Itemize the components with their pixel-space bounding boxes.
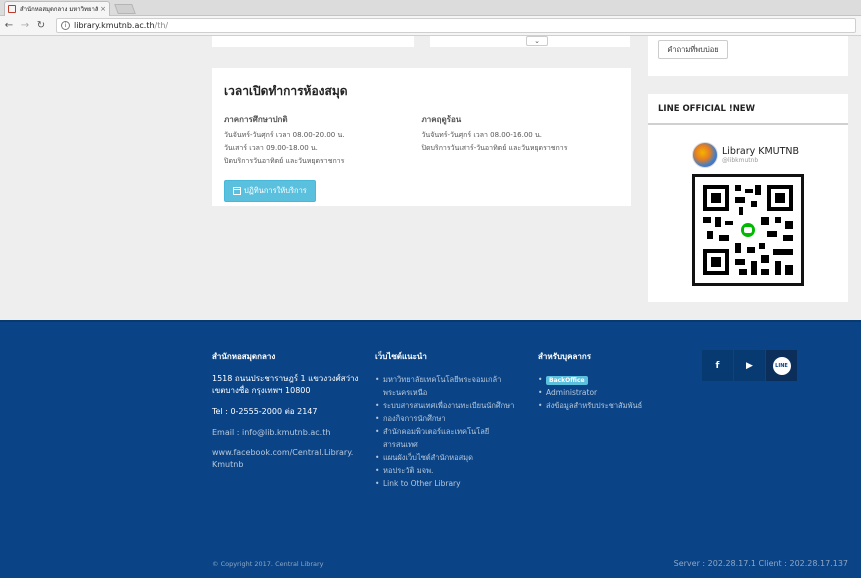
footer-staff-column: สำหรับบุคลากร BackOffice Administrator ส… xyxy=(538,350,688,412)
tab-strip: สำนักหอสมุดกลาง มหาวิทยาลัย × xyxy=(0,0,861,16)
hours-line: วันจันทร์-วันศุกร์ เวลา 08.00-16.00 น. xyxy=(421,131,543,139)
footer-link[interactable]: ส่งข้อมูลสำหรับประชาสัมพันธ์ xyxy=(538,399,688,412)
social-links: f ▶ LINE xyxy=(702,350,798,381)
browser-toolbar: ← → ↻ i library.kmutnb.ac.th /th/ xyxy=(0,16,861,36)
line-profile[interactable]: Library KMUTNB @libkmutnb xyxy=(692,142,799,168)
footer-facebook-link[interactable]: www.facebook.com/Central.Library.Kmutnb xyxy=(212,447,358,471)
hours-line: วันจันทร์-วันศุกร์ เวลา 08.00-20.00 น. xyxy=(224,131,345,139)
qr-code-graphic xyxy=(703,185,793,275)
service-calendar-button[interactable]: ปฏิทินการให้บริการ xyxy=(224,180,316,202)
footer-contact-column: สำนักหอสมุดกลาง 1518 ถนนประชาราษฎร์ 1 แข… xyxy=(212,350,362,471)
footer-link[interactable]: สำนักคอมพิวเตอร์และเทคโนโลยีสารสนเทศ xyxy=(375,425,515,451)
footer-link[interactable]: หอประวัติ มจพ. xyxy=(375,464,515,477)
line-account-name: Library KMUTNB xyxy=(722,146,800,157)
opening-hours-card: เวลาเปิดทำการห้องสมุด ภาคการศึกษาปกติ วั… xyxy=(212,68,631,206)
reload-icon[interactable]: ↻ xyxy=(34,20,48,31)
favicon-icon xyxy=(8,5,16,13)
tab-title: สำนักหอสมุดกลาง มหาวิทยาลัย xyxy=(20,6,99,13)
new-tab-button[interactable] xyxy=(114,4,136,14)
server-info: Server : 202.28.17.1 Client : 202.28.17.… xyxy=(673,559,848,568)
footer-recommended-column: เว็บไซต์แนะนำ มหาวิทยาลัยเทคโนโลยีพระจอม… xyxy=(375,350,515,490)
url-path: /th/ xyxy=(154,21,169,30)
footer-email-link[interactable]: Email : info@lib.kmutnb.ac.th xyxy=(212,428,362,437)
youtube-icon[interactable]: ▶ xyxy=(734,350,765,381)
url-host: library.kmutnb.ac.th xyxy=(74,21,155,30)
service-calendar-label: ปฏิทินการให้บริการ xyxy=(244,186,307,195)
footer-link[interactable]: มหาวิทยาลัยเทคโนโลยีพระจอมเกล้าพระนครเหน… xyxy=(375,373,515,399)
footer-link[interactable]: กองกิจการนักศึกษา xyxy=(375,412,515,425)
line-icon: LINE xyxy=(772,356,791,375)
footer-recommended-heading: เว็บไซต์แนะนำ xyxy=(375,352,427,361)
faq-button[interactable]: คำถามที่พบบ่อย xyxy=(658,40,728,59)
footer-phone: Tel : 0-2555-2000 ต่อ 2147 xyxy=(212,407,318,416)
facebook-icon[interactable]: f xyxy=(702,350,733,381)
forward-icon[interactable]: → xyxy=(18,20,32,31)
calendar-icon xyxy=(233,187,241,195)
hours-line: ปิดบริการวันเสาร์-วันอาทิตย์ และวันหยุดร… xyxy=(421,144,568,152)
backoffice-badge[interactable]: BackOffice xyxy=(546,376,588,385)
info-icon[interactable]: i xyxy=(61,21,70,30)
opening-hours-title: เวลาเปิดทำการห้องสมุด xyxy=(224,84,348,98)
address-bar[interactable]: i library.kmutnb.ac.th /th/ xyxy=(56,18,856,33)
footer-link[interactable]: Link to Other Library xyxy=(375,477,515,490)
site-footer: สำนักหอสมุดกลาง 1518 ถนนประชาราษฎร์ 1 แข… xyxy=(0,320,861,578)
qr-code-image xyxy=(692,174,804,286)
footer-link[interactable]: Administrator xyxy=(538,386,688,399)
footer-contact-heading: สำนักหอสมุดกลาง xyxy=(212,352,276,361)
summer-term-heading: ภาคฤดูร้อน xyxy=(421,115,462,124)
browser-tab[interactable]: สำนักหอสมุดกลาง มหาวิทยาลัย × xyxy=(4,1,110,16)
footer-link[interactable]: ระบบสารสนเทศเพื่องานทะเบียนนักศึกษา xyxy=(375,399,515,412)
content-card-top-left xyxy=(212,36,414,47)
line-official-title: LINE OFFICIAL !NEW xyxy=(648,94,848,125)
regular-term-hours: ภาคการศึกษาปกติ วันจันทร์-วันศุกร์ เวลา … xyxy=(224,113,422,168)
regular-term-heading: ภาคการศึกษาปกติ xyxy=(224,115,288,124)
chevron-down-icon[interactable]: ⌄ xyxy=(526,36,548,46)
avatar xyxy=(692,142,718,168)
footer-staff-heading: สำหรับบุคลากร xyxy=(538,352,591,361)
hours-line: ปิดบริการวันอาทิตย์ และวันหยุดราชการ xyxy=(224,157,345,165)
line-social-button[interactable]: LINE xyxy=(766,350,797,381)
footer-link[interactable]: แผนผังเว็บไซต์สำนักหอสมุด xyxy=(375,451,515,464)
close-icon[interactable]: × xyxy=(100,5,106,13)
back-icon[interactable]: ← xyxy=(2,20,16,31)
hours-line: วันเสาร์ เวลา 09.00-18.00 น. xyxy=(224,144,318,152)
copyright-text: © Copyright 2017. Central Library xyxy=(212,560,324,568)
footer-address: 1518 ถนนประชาราษฎร์ 1 แขวงวงศ์สว่าง เขตบ… xyxy=(212,374,359,395)
summer-term-hours: ภาคฤดูร้อน วันจันทร์-วันศุกร์ เวลา 08.00… xyxy=(422,113,620,168)
footer-link[interactable]: BackOffice xyxy=(538,373,688,386)
line-account-handle: @libkmutnb xyxy=(722,157,759,164)
